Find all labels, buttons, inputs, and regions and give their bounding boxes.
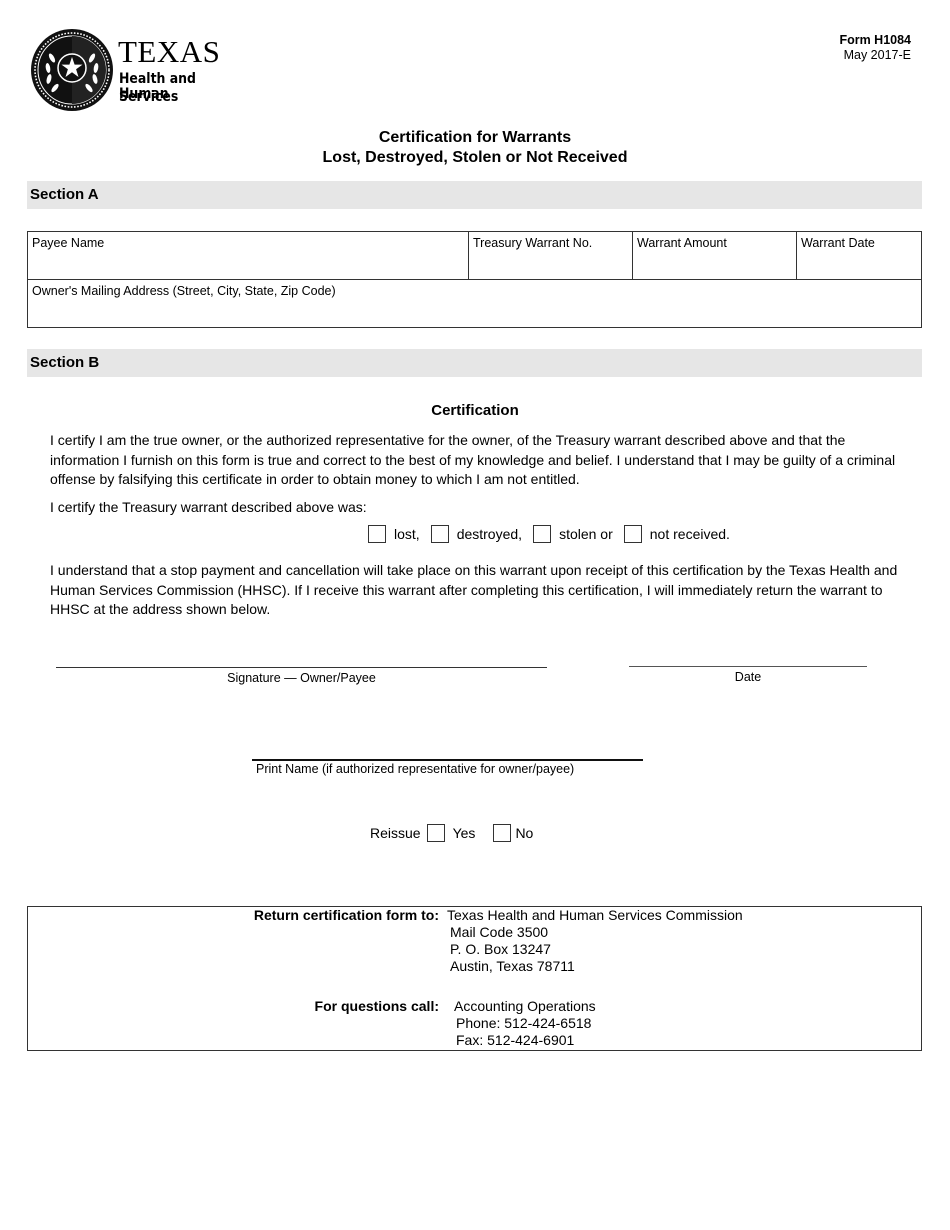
print-name-label: Print Name (if authorized representative… bbox=[256, 762, 575, 776]
reissue-yes-checkbox[interactable] bbox=[426, 824, 445, 842]
form-revision-date: May 2017-E bbox=[843, 48, 911, 62]
not-received-label: not received. bbox=[649, 526, 730, 542]
mailing-address-field[interactable]: Owner's Mailing Address (Street, City, S… bbox=[27, 279, 922, 328]
signature-line[interactable] bbox=[56, 667, 547, 668]
warrant-status-prompt: I certify the Treasury warrant described… bbox=[50, 499, 367, 515]
not-received-checkbox[interactable] bbox=[623, 525, 642, 543]
return-address-line: Austin, Texas 78711 bbox=[450, 958, 575, 974]
certification-statement: I certify I am the true owner, or the au… bbox=[50, 432, 896, 487]
section-a-heading: Section A bbox=[27, 181, 922, 209]
date-line[interactable] bbox=[629, 666, 867, 667]
warrant-amount-field[interactable]: Warrant Amount bbox=[632, 231, 797, 280]
print-name-line[interactable] bbox=[252, 759, 643, 761]
warrant-amount-label: Warrant Amount bbox=[637, 236, 727, 250]
return-label: Return certification form to: bbox=[253, 907, 439, 923]
date-label: Date bbox=[734, 670, 762, 684]
payee-name-field[interactable]: Payee Name bbox=[27, 231, 469, 280]
reissue-label: Reissue bbox=[370, 825, 421, 841]
warrant-status-options: lost, destroyed, stolen or not received. bbox=[368, 524, 741, 544]
mailing-address-label: Owner's Mailing Address (Street, City, S… bbox=[32, 284, 336, 298]
contact-line: Fax: 512-424-6901 bbox=[456, 1032, 575, 1048]
contact-line: Accounting Operations bbox=[454, 998, 596, 1014]
destroyed-label: destroyed, bbox=[456, 526, 523, 542]
return-address: Texas Health and Human Services Commissi… bbox=[447, 907, 743, 975]
warrant-info-table: Payee Name Treasury Warrant No. Warrant … bbox=[27, 231, 922, 328]
certification-heading: Certification bbox=[431, 402, 519, 419]
return-info-box: Return certification form to: Texas Heal… bbox=[27, 906, 922, 1051]
warrant-date-label: Warrant Date bbox=[801, 236, 875, 250]
logo-texas-text: TEXAS bbox=[118, 34, 221, 69]
reissue-options: Reissue Yes No bbox=[364, 823, 533, 843]
return-address-line: Texas Health and Human Services Commissi… bbox=[447, 907, 743, 923]
hhs-logo: TEXAS Health and Human Services bbox=[30, 28, 250, 114]
stolen-checkbox[interactable] bbox=[533, 525, 552, 543]
reissue-yes-label: Yes bbox=[452, 825, 476, 841]
signature-label: Signature — Owner/Payee bbox=[227, 671, 376, 685]
logo-agency-line2: Services bbox=[119, 89, 179, 105]
section-b-heading: Section B bbox=[27, 349, 922, 377]
questions-label: For questions call: bbox=[314, 998, 439, 1014]
reissue-no-checkbox[interactable] bbox=[493, 824, 512, 842]
form-number: Form H1084 bbox=[839, 33, 911, 47]
stolen-label: stolen or bbox=[559, 526, 613, 542]
payee-name-label: Payee Name bbox=[32, 236, 105, 250]
lost-checkbox[interactable] bbox=[368, 525, 386, 543]
return-address-line: Mail Code 3500 bbox=[450, 924, 549, 940]
lost-label: lost, bbox=[394, 526, 420, 542]
contact-line: Phone: 512-424-6518 bbox=[456, 1015, 592, 1031]
questions-contact: Accounting Operations Phone: 512-424-651… bbox=[454, 998, 596, 1049]
treasury-warrant-no-label: Treasury Warrant No. bbox=[473, 236, 593, 250]
reissue-no-label: No bbox=[515, 825, 534, 841]
return-address-line: P. O. Box 13247 bbox=[450, 941, 551, 957]
texas-state-seal-icon bbox=[31, 29, 113, 111]
form-identifier: Form H1084 May 2017-E bbox=[839, 33, 911, 63]
stop-payment-statement: I understand that a stop payment and can… bbox=[50, 562, 898, 617]
warrant-date-field[interactable]: Warrant Date bbox=[796, 231, 922, 280]
page-title: Certification for Warrants Lost, Destroy… bbox=[0, 128, 950, 168]
title-line-1: Certification for Warrants bbox=[378, 129, 572, 146]
destroyed-checkbox[interactable] bbox=[430, 525, 449, 543]
treasury-warrant-no-field[interactable]: Treasury Warrant No. bbox=[468, 231, 633, 280]
title-line-2: Lost, Destroyed, Stolen or Not Received bbox=[322, 149, 628, 166]
